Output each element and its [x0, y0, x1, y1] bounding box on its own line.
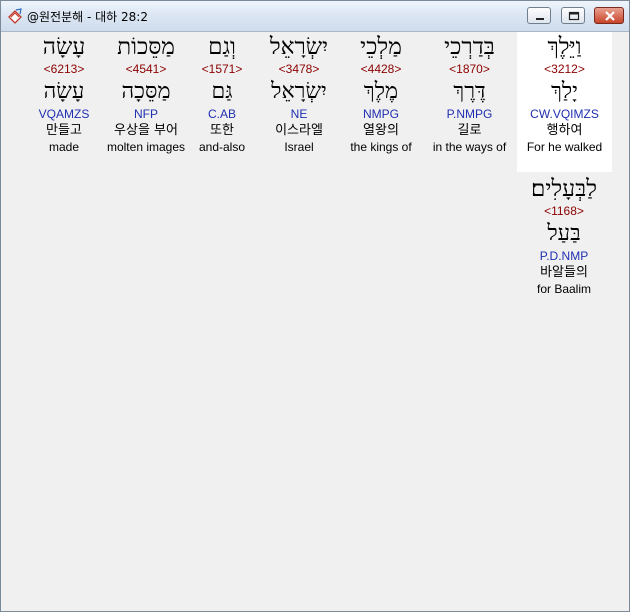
lemma-word: יִשְׂרָאֵל	[271, 79, 327, 104]
korean-gloss: 만들고	[46, 123, 82, 138]
lemma-word: בַּעַל	[547, 221, 581, 246]
english-gloss: Israel	[284, 140, 314, 154]
korean-gloss: 열왕의	[363, 123, 399, 138]
minimize-button[interactable]	[527, 7, 551, 24]
hebrew-word: לַבְּעָלִים׃	[530, 176, 597, 202]
hebrew-word: עָשָׂה	[42, 34, 86, 60]
hebrew-word: יִשְׂרָאֵל	[269, 34, 329, 60]
strong-number[interactable]: <1870>	[422, 62, 517, 77]
korean-gloss: 길로	[457, 123, 482, 138]
english-gloss: made	[48, 140, 80, 154]
strong-number[interactable]: <3478>	[254, 62, 344, 77]
morph-code[interactable]: NE	[254, 107, 344, 122]
korean-gloss: 또한	[210, 123, 234, 138]
interlinear-panel[interactable]: וַיֵּלֶךְ <3212> יָלַךְ CW.VQIMZS 행하여 Fo…	[3, 32, 627, 609]
word-column[interactable]: מַלְכֵי <4428> מֶלֶךְ NMPG 열왕의 the kings…	[334, 32, 428, 155]
english-gloss: For he walked	[526, 140, 603, 154]
word-column[interactable]: מַסֵּכוֹת <4541> מַסֵּכָה NFP 우상을 부어 mol…	[100, 32, 192, 155]
english-gloss: molten images	[106, 140, 186, 154]
strong-number[interactable]: <1168>	[514, 204, 614, 219]
lemma-word: יָלַךְ	[551, 79, 578, 104]
english-gloss: for Baalim	[536, 282, 592, 296]
hebrew-word: וְגַם	[208, 34, 236, 60]
korean-gloss: 이스라엘	[275, 123, 323, 138]
hebrew-word: בְּדַרְכֵי	[444, 34, 495, 60]
word-column[interactable]: וְגַם <1571> גַּם C.AB 또한 and-also	[189, 32, 255, 155]
maximize-button[interactable]	[561, 7, 585, 24]
english-gloss: the kings of	[350, 140, 412, 154]
korean-gloss: 우상을 부어	[114, 123, 178, 138]
strong-number[interactable]: <4428>	[334, 62, 428, 77]
word-column[interactable]: עָשָׂה <6213> עָשָׂה VQAMZS 만들고 made	[33, 32, 95, 155]
morph-code[interactable]: CW.VQIMZS	[517, 107, 612, 122]
morph-code[interactable]: NFP	[100, 107, 192, 122]
lemma-word: מַסֵּכָה	[121, 79, 171, 104]
strong-number[interactable]: <3212>	[517, 62, 612, 77]
close-button[interactable]	[594, 7, 624, 24]
title-bar[interactable]: @원전분해 - 대하 28:2	[1, 1, 629, 32]
strong-number[interactable]: <4541>	[100, 62, 192, 77]
maximize-icon	[568, 11, 580, 21]
hebrew-word: מַסֵּכוֹת	[117, 34, 175, 60]
morph-code[interactable]: NMPG	[334, 107, 428, 122]
hebrew-word: וַיֵּלֶךְ	[547, 34, 582, 60]
english-gloss: in the ways of	[432, 140, 507, 154]
korean-gloss: 행하여	[546, 123, 583, 138]
strong-number[interactable]: <6213>	[33, 62, 95, 77]
minimize-icon	[536, 18, 544, 20]
app-window: @원전분해 - 대하 28:2 וַיֵּלֶךְ <3212> יָלַךְ …	[0, 0, 630, 612]
morph-code[interactable]: C.AB	[189, 107, 255, 122]
morph-code[interactable]: VQAMZS	[33, 107, 95, 122]
korean-gloss: 바알들의	[540, 265, 588, 280]
lemma-word: דֶּרֶךְ	[453, 79, 486, 104]
word-column[interactable]: וַיֵּלֶךְ <3212> יָלַךְ CW.VQIMZS 행하여 Fo…	[517, 32, 612, 172]
window-title: @원전분해 - 대하 28:2	[27, 10, 148, 24]
lemma-word: גַּם	[211, 79, 233, 104]
hebrew-word: מַלְכֵי	[360, 34, 402, 60]
close-icon	[605, 11, 615, 21]
lemma-word: עָשָׂה	[43, 79, 85, 104]
word-column[interactable]: בְּדַרְכֵי <1870> דֶּרֶךְ P.NMPG 길로 in t…	[422, 32, 517, 155]
strong-number[interactable]: <1571>	[189, 62, 255, 77]
lemma-word: מֶלֶךְ	[363, 79, 399, 104]
morph-code[interactable]: P.NMPG	[422, 107, 517, 122]
morph-code[interactable]: P.D.NMP	[514, 249, 614, 264]
app-book-icon[interactable]	[7, 8, 23, 24]
word-column[interactable]: יִשְׂרָאֵל <3478> יִשְׂרָאֵל NE 이스라엘 Isr…	[254, 32, 344, 155]
word-column[interactable]: לַבְּעָלִים׃ <1168> בַּעַל P.D.NMP 바알들의 …	[514, 174, 614, 297]
english-gloss: and-also	[198, 140, 246, 154]
